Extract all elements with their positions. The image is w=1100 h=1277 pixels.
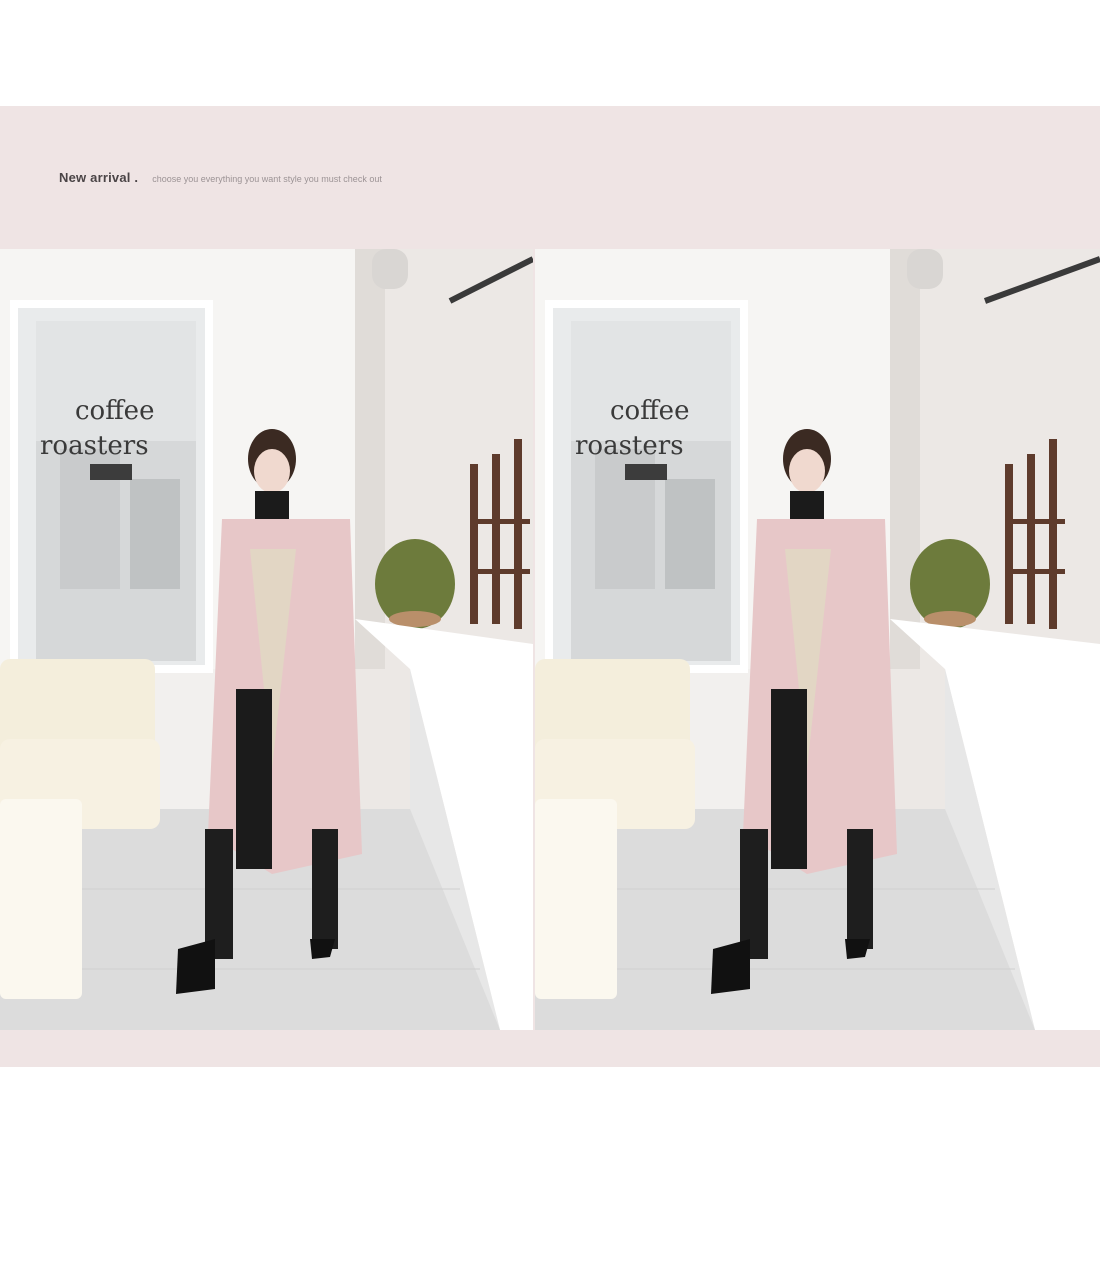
model-photo-illustration: coffee roasters — [0, 249, 533, 1030]
window-sign: coffee — [610, 396, 689, 426]
section-title: New arrival . — [59, 170, 139, 185]
svg-text:roasters: roasters — [40, 431, 149, 461]
model-photo-right: coffee roasters — [535, 249, 1100, 1030]
product-detail-page: New arrival . choose you everything you … — [0, 0, 1100, 1277]
model-photo-left: coffee roasters — [0, 249, 533, 1030]
section-header: New arrival . choose you everything you … — [59, 170, 382, 188]
photo-row: coffee roasters coffee roasters — [0, 249, 1100, 1030]
section-tagline: choose you everything you want style you… — [152, 174, 382, 184]
window-sign: coffee — [75, 396, 154, 426]
model-photo-illustration: coffee roasters — [535, 249, 1100, 1030]
svg-text:roasters: roasters — [575, 431, 684, 461]
